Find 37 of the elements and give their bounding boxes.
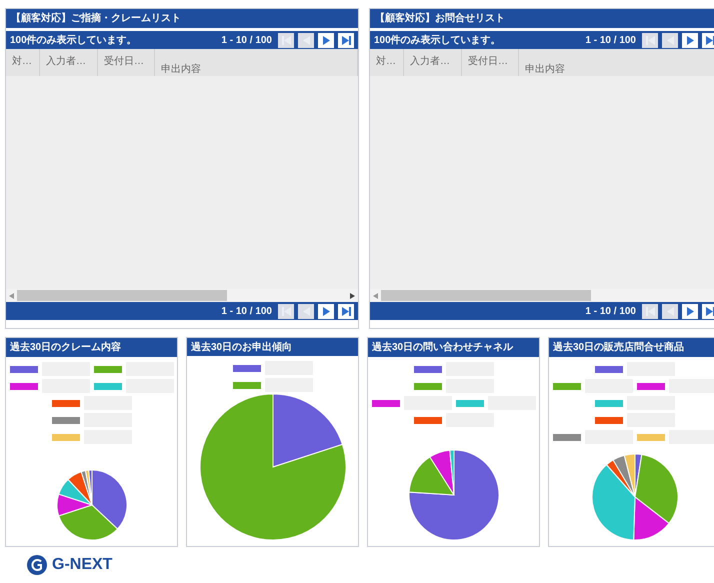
scrollbar-thumb[interactable]	[17, 290, 227, 301]
chart-title: 過去30日の問い合わせチャネル	[368, 338, 539, 357]
triangle-right-icon	[686, 36, 694, 44]
pager-button[interactable]	[682, 304, 698, 318]
page-range: 1 - 10 / 100	[221, 304, 272, 318]
skip-last-icon	[706, 306, 714, 316]
logo-icon	[27, 555, 47, 575]
page-range: 1 - 10 / 100	[221, 34, 272, 48]
notice-text: 100件のみ表示しています。	[10, 34, 137, 48]
notice-text: 100件のみ表示しています。	[374, 34, 501, 48]
logo-text: G-NEXT	[52, 555, 112, 575]
horizontal-scrollbar[interactable]	[6, 289, 358, 302]
chart-title: 過去30日のお申出傾向	[187, 338, 358, 356]
panel-title: 【顧客対応】お問合せリスト	[370, 9, 714, 28]
scroll-right-icon	[350, 292, 355, 298]
chart-title: 過去30日のクレーム内容	[6, 338, 177, 357]
pager-button[interactable]	[338, 32, 354, 48]
pager-button[interactable]	[682, 32, 698, 48]
page-range: 1 - 10 / 100	[585, 304, 636, 318]
triangle-right-icon	[322, 36, 330, 44]
scroll-left-icon	[9, 292, 14, 298]
pager-button[interactable]	[338, 304, 354, 318]
triangle-right-icon	[686, 306, 694, 316]
panel-title: 【顧客対応】ご指摘・クレームリスト	[6, 9, 358, 28]
chart-title: 過去30日の販売店問合せ商品	[549, 338, 714, 357]
pager-button[interactable]	[702, 32, 714, 48]
skip-last-icon	[706, 36, 714, 44]
skip-last-icon	[342, 306, 350, 316]
scrollbar-thumb[interactable]	[381, 290, 591, 301]
horizontal-scrollbar[interactable]	[370, 289, 714, 302]
triangle-right-icon	[322, 306, 330, 316]
pager-button[interactable]	[318, 32, 334, 48]
pager-button[interactable]	[318, 304, 334, 318]
page-range: 1 - 10 / 100	[585, 34, 636, 48]
scroll-left-icon	[373, 292, 378, 298]
skip-last-icon	[342, 36, 350, 44]
pager-button[interactable]	[702, 304, 714, 318]
